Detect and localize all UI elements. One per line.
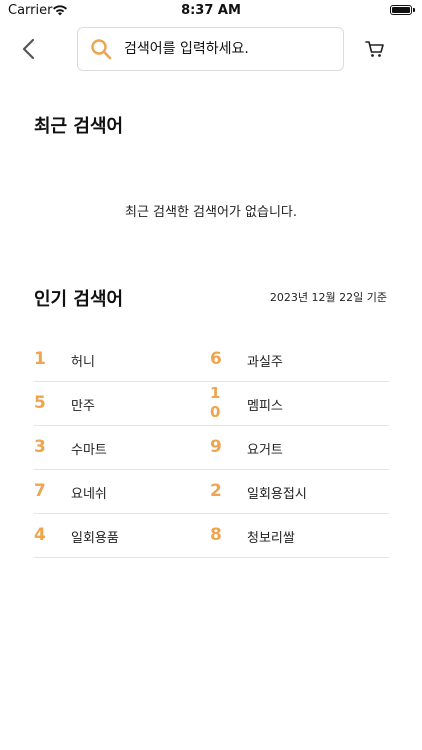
status-bar: Carrier 8:37 AM xyxy=(0,0,422,22)
search-term: 요네쉬 xyxy=(71,487,107,502)
search-term: 과실주 xyxy=(247,355,283,370)
recent-searches-title: 최근 검색어 xyxy=(34,116,124,137)
popular-row: 1 허니 6 과실주 xyxy=(34,338,389,382)
popular-row: 5 만주 10 멤피스 xyxy=(34,382,389,426)
search-input[interactable] xyxy=(124,38,334,60)
popular-item[interactable]: 8 청보리쌀 xyxy=(210,514,386,558)
search-term: 수마트 xyxy=(71,443,107,458)
cart-icon[interactable] xyxy=(364,38,386,60)
rank-number: 2 xyxy=(210,481,222,501)
rank-number: 7 xyxy=(34,481,46,501)
search-term: 요거트 xyxy=(247,443,283,458)
popular-row: 4 일회용품 8 청보리쌀 xyxy=(34,514,389,558)
popular-row: 7 요네쉬 2 일회용접시 xyxy=(34,470,389,514)
popular-searches-list: 1 허니 6 과실주 5 만주 10 멤피스 3 수마트 9 요거트 7 요네쉬 xyxy=(34,338,389,558)
popular-item[interactable]: 7 요네쉬 xyxy=(34,470,210,514)
rank-number: 5 xyxy=(34,393,46,413)
rank-number: 8 xyxy=(210,525,222,545)
search-term: 만주 xyxy=(71,399,95,414)
search-icon xyxy=(91,39,112,60)
popular-searches-title: 인기 검색어 xyxy=(34,289,124,310)
popular-row: 3 수마트 9 요거트 xyxy=(34,426,389,470)
search-term: 청보리쌀 xyxy=(247,531,295,546)
rank-number: 1 xyxy=(34,349,46,369)
rank-number: 6 xyxy=(210,349,222,369)
popular-item[interactable]: 2 일회용접시 xyxy=(210,470,386,514)
search-term: 멤피스 xyxy=(247,399,283,414)
popular-item[interactable]: 6 과실주 xyxy=(210,338,386,382)
search-term: 일회용품 xyxy=(71,531,119,546)
search-term: 허니 xyxy=(71,355,95,370)
battery-icon xyxy=(390,5,415,15)
popular-date-label: 2023년 12월 22일 기준 xyxy=(269,291,387,304)
clock: 8:37 AM xyxy=(181,3,241,18)
popular-item[interactable]: 3 수마트 xyxy=(34,426,210,470)
rank-number: 9 xyxy=(210,437,222,457)
chevron-left-icon[interactable] xyxy=(18,37,40,61)
search-term: 일회용접시 xyxy=(247,487,307,502)
search-bar[interactable] xyxy=(77,27,344,71)
popular-item[interactable]: 10 멤피스 xyxy=(210,382,386,426)
rank-number: 4 xyxy=(34,525,46,545)
rank-number: 3 xyxy=(34,437,46,457)
recent-empty-message: 최근 검색한 검색어가 없습니다. xyxy=(124,205,297,220)
popular-item[interactable]: 5 만주 xyxy=(34,382,210,426)
popular-item[interactable]: 9 요거트 xyxy=(210,426,386,470)
rank-number: 10 xyxy=(210,384,221,421)
popular-item[interactable]: 1 허니 xyxy=(34,338,210,382)
popular-item[interactable]: 4 일회용품 xyxy=(34,514,210,558)
